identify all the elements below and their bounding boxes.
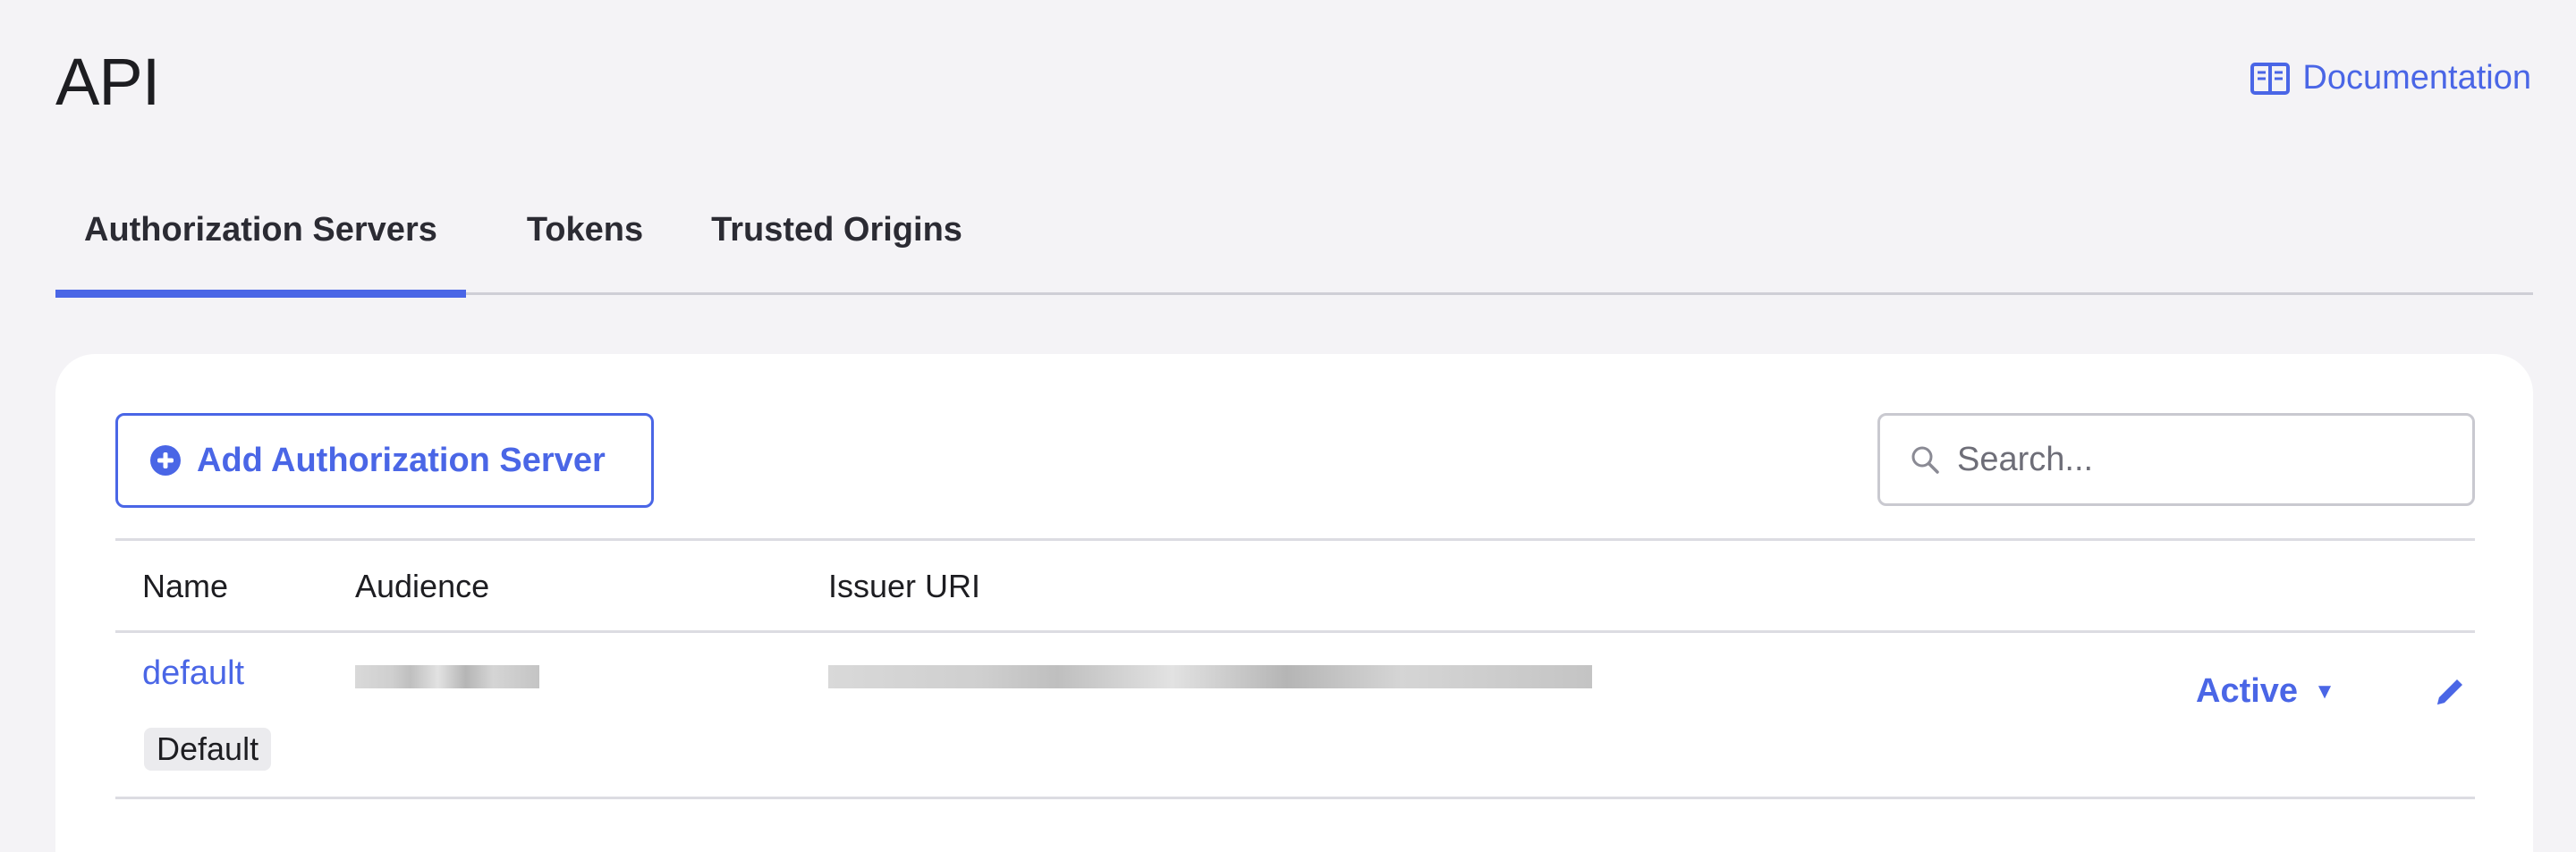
issuer-uri-value-redacted: [828, 665, 1592, 688]
table-row: default Default Active ▼: [115, 633, 2475, 799]
page-title: API: [55, 45, 160, 119]
search-icon: [1911, 446, 1939, 474]
tab-trusted-origins[interactable]: Trusted Origins: [682, 202, 991, 295]
api-page: API Documentation Authorization Servers …: [0, 0, 2576, 852]
book-icon: [2250, 62, 2291, 95]
column-header-audience: Audience: [355, 568, 490, 604]
search-input[interactable]: [1957, 440, 2440, 479]
status-dropdown[interactable]: Active ▼: [2196, 672, 2335, 711]
authorization-servers-table: Name Audience Issuer URI default Default…: [115, 538, 2475, 799]
documentation-label: Documentation: [2302, 59, 2531, 97]
documentation-link[interactable]: Documentation: [2250, 59, 2531, 97]
column-header-name: Name: [142, 568, 229, 604]
search-box[interactable]: [1877, 413, 2475, 506]
plus-circle-icon: [150, 445, 181, 476]
column-header-issuer-uri: Issuer URI: [828, 568, 981, 604]
tab-tokens[interactable]: Tokens: [498, 202, 672, 295]
audience-value-redacted: [355, 665, 539, 688]
tab-bar: Authorization Servers Tokens Trusted Ori…: [55, 202, 2533, 298]
tab-authorization-servers[interactable]: Authorization Servers: [55, 202, 466, 298]
pencil-icon[interactable]: [2432, 674, 2468, 710]
authorization-servers-card: Add Authorization Server Name Audience I…: [55, 354, 2533, 852]
status-label: Active: [2196, 672, 2299, 710]
caret-down-icon: ▼: [2314, 679, 2335, 704]
server-name-link[interactable]: default: [142, 654, 244, 693]
table-header: Name Audience Issuer URI: [115, 538, 2475, 633]
add-button-label: Add Authorization Server: [197, 441, 606, 479]
add-authorization-server-button[interactable]: Add Authorization Server: [115, 413, 654, 508]
default-badge: Default: [144, 728, 272, 771]
